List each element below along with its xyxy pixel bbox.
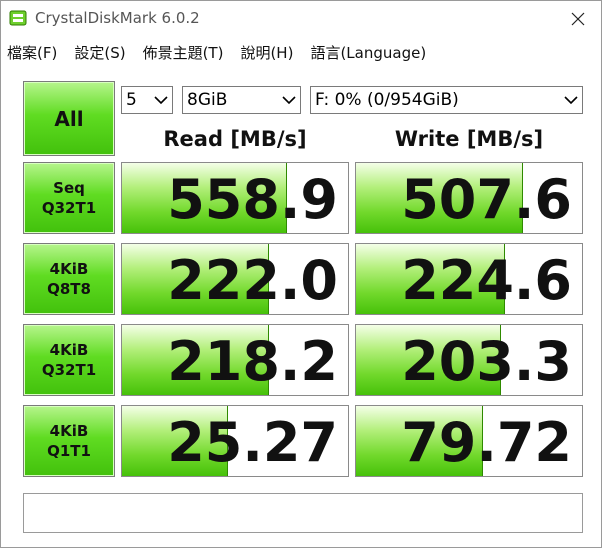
test-label-line1: 4KiB xyxy=(49,260,89,278)
test-button-4kib-q32t1[interactable]: 4KiB Q32T1 xyxy=(23,324,115,396)
write-value: 224.6 xyxy=(401,249,572,312)
write-result-cell: 203.3 xyxy=(355,324,583,396)
read-result-cell: 222.0 xyxy=(121,243,349,315)
test-label-line1: Seq xyxy=(53,179,85,197)
test-button-4kib-q1t1[interactable]: 4KiB Q1T1 xyxy=(23,405,115,477)
close-icon xyxy=(571,12,585,26)
read-result-cell: 218.2 xyxy=(121,324,349,396)
test-count-select[interactable]: 5 xyxy=(121,86,173,114)
test-button-seq-q32t1[interactable]: Seq Q32T1 xyxy=(23,162,115,234)
disk-icon xyxy=(9,10,27,26)
read-result-cell: 558.9 xyxy=(121,162,349,234)
app-window: CrystalDiskMark 6.0.2 檔案(F) 設定(S) 佈景主題(T… xyxy=(0,0,602,548)
test-count-value: 5 xyxy=(126,90,137,110)
read-value: 25.27 xyxy=(167,411,338,474)
all-button[interactable]: All xyxy=(23,81,115,156)
test-button-4kib-q8t8[interactable]: 4KiB Q8T8 xyxy=(23,243,115,315)
read-header: Read [MB/s] xyxy=(163,127,307,151)
comment-field[interactable] xyxy=(23,493,583,533)
chevron-down-icon xyxy=(150,87,172,113)
write-result-cell: 79.72 xyxy=(355,405,583,477)
test-label-line2: Q32T1 xyxy=(41,199,97,217)
test-size-select[interactable]: 8GiB xyxy=(182,86,301,114)
test-label-line1: 4KiB xyxy=(49,422,89,440)
read-value: 222.0 xyxy=(167,249,338,312)
read-value: 218.2 xyxy=(167,330,338,393)
chevron-down-icon xyxy=(560,87,582,113)
write-result-cell: 224.6 xyxy=(355,243,583,315)
menu-settings[interactable]: 設定(S) xyxy=(74,42,125,63)
window-title: CrystalDiskMark 6.0.2 xyxy=(35,9,200,27)
menu-language[interactable]: 語言(Language) xyxy=(310,42,426,63)
test-label-line2: Q1T1 xyxy=(47,442,91,460)
menu-file[interactable]: 檔案(F) xyxy=(7,42,57,63)
read-value: 558.9 xyxy=(167,168,338,231)
write-value: 79.72 xyxy=(401,411,572,474)
test-label-line2: Q32T1 xyxy=(41,361,97,379)
menu-theme[interactable]: 佈景主題(T) xyxy=(143,42,224,63)
write-value: 203.3 xyxy=(401,330,572,393)
write-result-cell: 507.6 xyxy=(355,162,583,234)
chevron-down-icon xyxy=(278,87,300,113)
close-button[interactable] xyxy=(555,1,601,37)
test-label-line1: 4KiB xyxy=(49,341,89,359)
menu-bar: 檔案(F) 設定(S) 佈景主題(T) 說明(H) 語言(Language) xyxy=(1,39,601,65)
test-label-line2: Q8T8 xyxy=(47,280,91,298)
read-result-cell: 25.27 xyxy=(121,405,349,477)
write-value: 507.6 xyxy=(401,168,572,231)
drive-value: F: 0% (0/954GiB) xyxy=(315,90,459,110)
drive-select[interactable]: F: 0% (0/954GiB) xyxy=(310,86,583,114)
menu-help[interactable]: 說明(H) xyxy=(240,42,293,63)
title-bar[interactable]: CrystalDiskMark 6.0.2 xyxy=(1,1,601,37)
write-header: Write [MB/s] xyxy=(394,127,544,151)
test-size-value: 8GiB xyxy=(187,90,228,110)
